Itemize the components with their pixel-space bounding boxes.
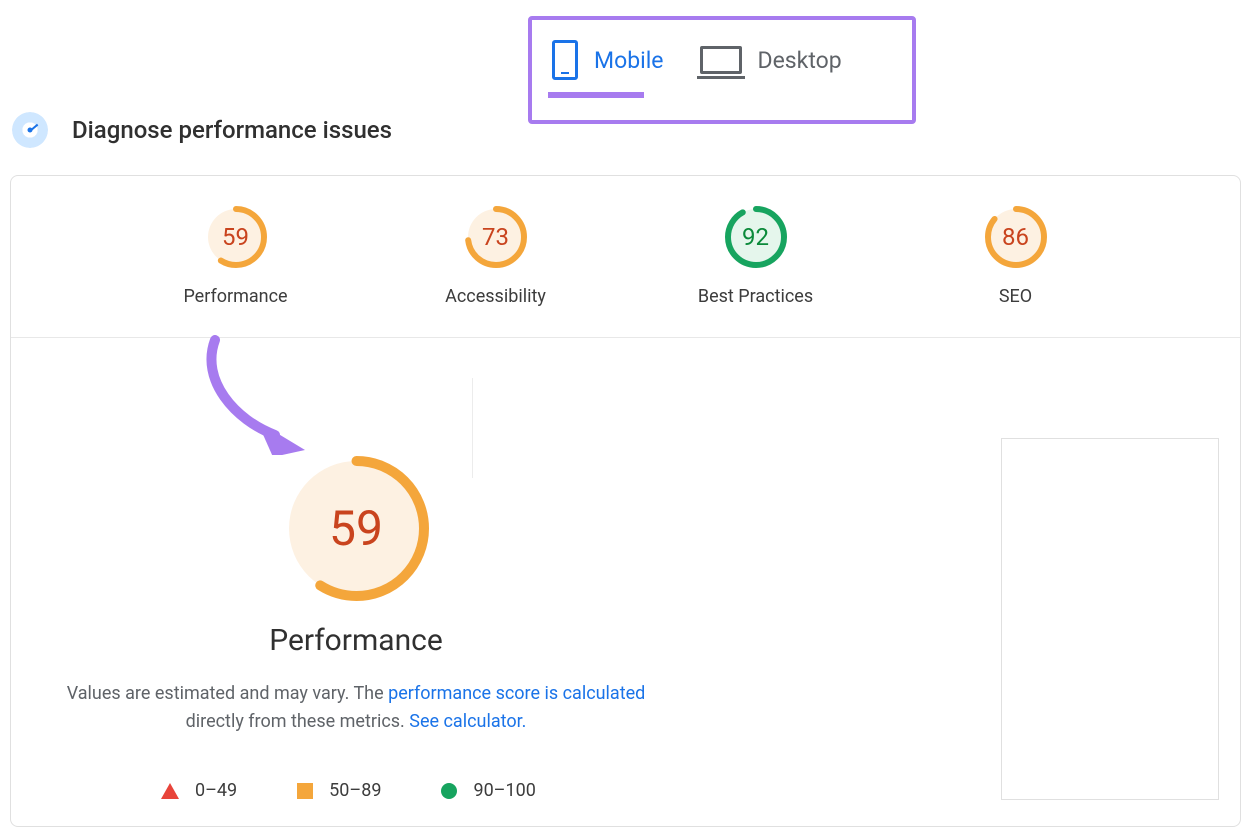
score-accessibility-label: Accessibility xyxy=(445,286,546,307)
tab-mobile-label: Mobile xyxy=(594,47,664,74)
link-see-calculator[interactable]: See calculator. xyxy=(409,711,526,732)
desc-text-1: Values are estimated and may vary. The xyxy=(67,683,388,704)
gauge-icon xyxy=(12,112,48,148)
section-title: Diagnose performance issues xyxy=(72,116,392,144)
gauge-performance: 59 xyxy=(205,206,267,268)
circle-icon xyxy=(441,783,457,799)
tab-desktop[interactable]: Desktop xyxy=(688,20,866,100)
score-best-practices-label: Best Practices xyxy=(698,286,813,307)
tab-underline xyxy=(548,92,644,98)
performance-block: 59 Performance Values are estimated and … xyxy=(11,456,701,736)
device-tabs: Mobile Desktop xyxy=(540,20,866,100)
gauge-best-practices: 92 xyxy=(725,206,787,268)
score-row: 59 Performance 73 Accessibility 92 Best … xyxy=(11,176,1240,338)
gauge-seo: 86 xyxy=(985,206,1047,268)
legend-low: 0–49 xyxy=(161,780,237,801)
score-performance[interactable]: 59 Performance xyxy=(161,206,311,307)
vertical-divider xyxy=(472,378,473,478)
legend-low-label: 0–49 xyxy=(195,780,237,801)
link-score-calculated[interactable]: performance score is calculated xyxy=(388,683,645,704)
gauge-accessibility: 73 xyxy=(465,206,527,268)
legend-mid-label: 50–89 xyxy=(329,780,381,801)
legend-high: 90–100 xyxy=(441,780,535,801)
tab-desktop-label: Desktop xyxy=(758,47,842,74)
desc-text-2: directly from these metrics. xyxy=(186,711,410,732)
tab-mobile[interactable]: Mobile xyxy=(540,20,688,100)
legend-high-label: 90–100 xyxy=(473,780,535,801)
score-legend: 0–49 50–89 90–100 xyxy=(161,780,536,801)
legend-mid: 50–89 xyxy=(297,780,381,801)
score-seo[interactable]: 86 SEO xyxy=(941,206,1091,307)
gauge-performance-large: 59 xyxy=(284,456,429,601)
performance-description: Values are estimated and may vary. The p… xyxy=(11,680,701,736)
score-best-practices[interactable]: 92 Best Practices xyxy=(681,206,831,307)
score-seo-label: SEO xyxy=(999,286,1032,307)
score-performance-label: Performance xyxy=(183,286,287,307)
preview-panel xyxy=(1001,438,1219,800)
performance-title: Performance xyxy=(11,623,701,658)
section-heading: Diagnose performance issues xyxy=(12,112,392,148)
triangle-icon xyxy=(161,783,179,799)
square-icon xyxy=(297,783,313,799)
desktop-icon xyxy=(700,46,742,74)
results-card: 59 Performance 73 Accessibility 92 Best … xyxy=(10,175,1241,827)
score-accessibility[interactable]: 73 Accessibility xyxy=(421,206,571,307)
mobile-icon xyxy=(552,40,578,80)
